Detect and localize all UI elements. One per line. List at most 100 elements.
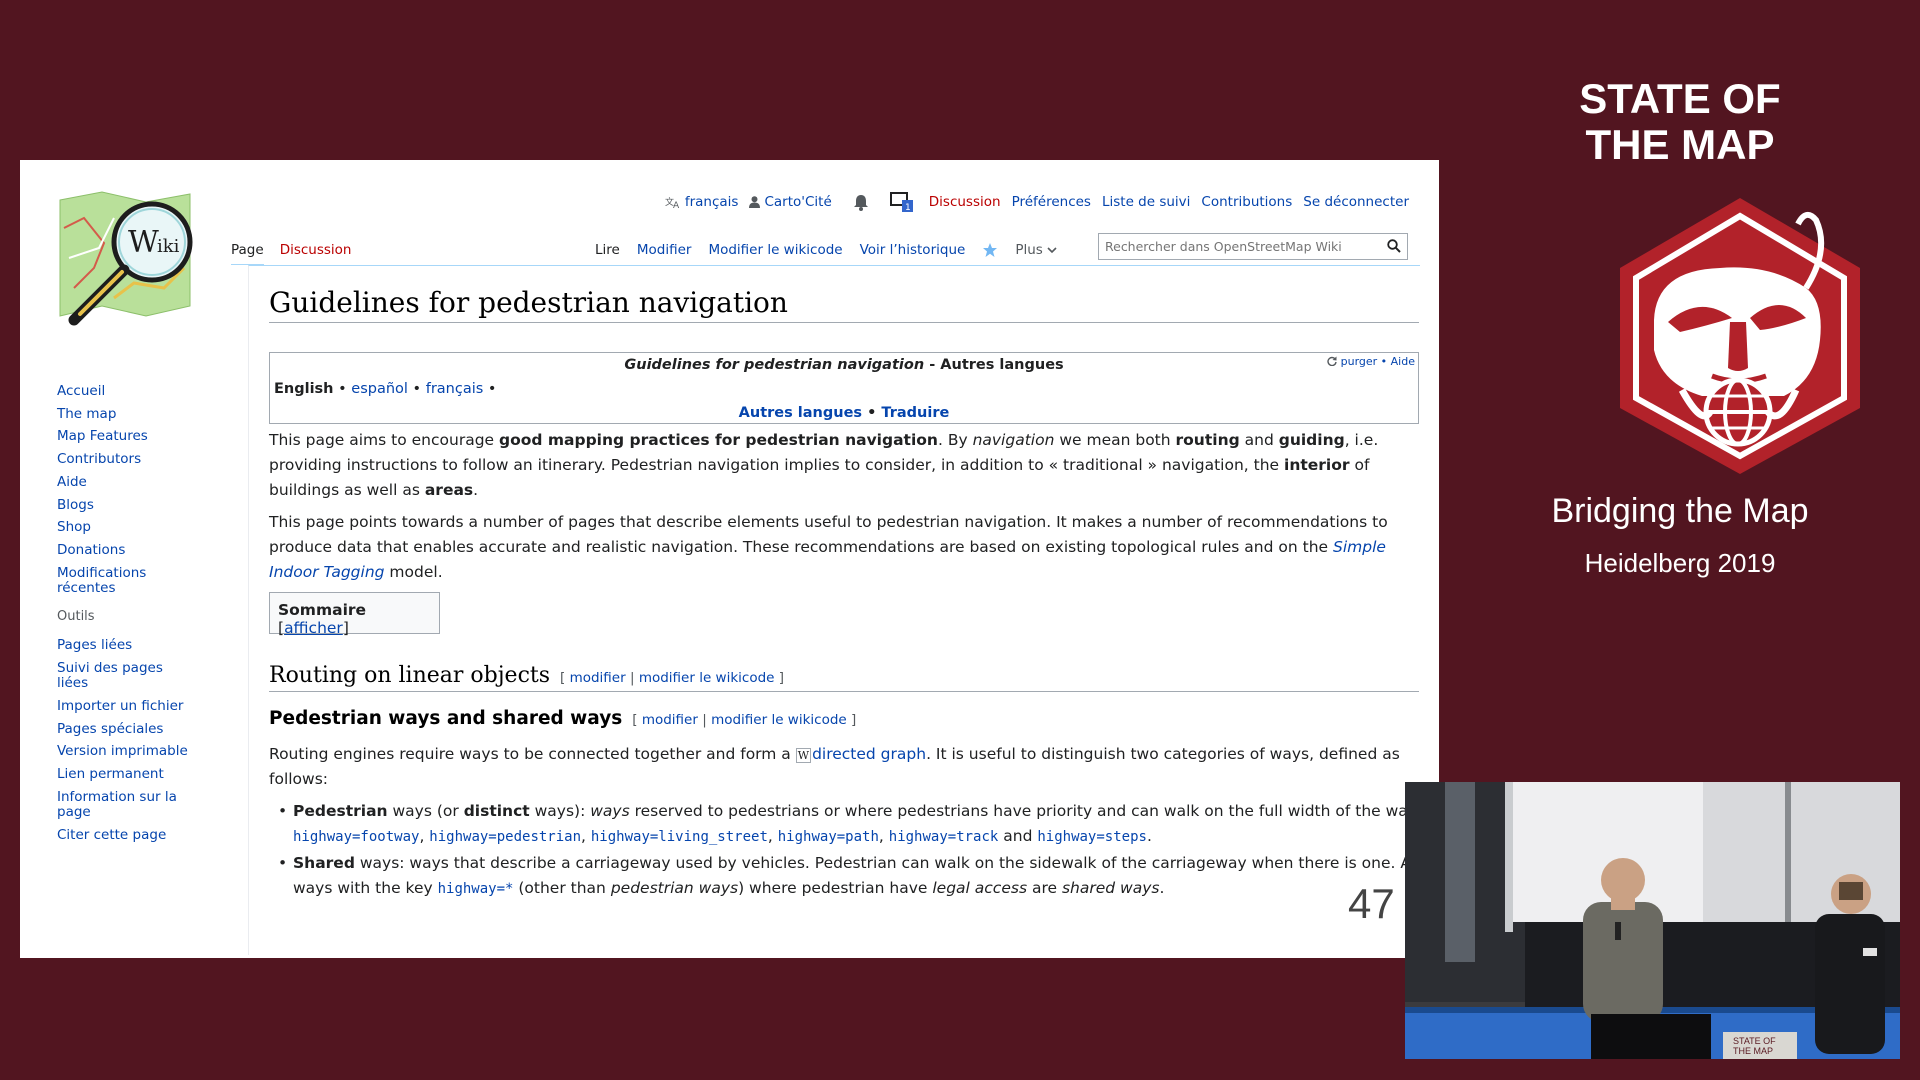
more-menu[interactable]: Plus	[1015, 242, 1057, 258]
subsection-heading-text: Pedestrian ways and shared ways	[269, 708, 623, 729]
user-talk-link[interactable]: Discussion	[929, 194, 1001, 210]
sidebar: Accueil The map Map Features Contributor…	[57, 383, 197, 850]
sidebar-item-accueil[interactable]: Accueil	[57, 383, 197, 399]
directed-graph-link[interactable]: directed graph	[812, 745, 926, 763]
tag-link[interactable]: highway=pedestrian	[429, 829, 581, 845]
bold-text: interior	[1284, 456, 1350, 474]
tools-heading: Outils	[57, 608, 95, 624]
toc-title: Sommaire	[278, 601, 367, 619]
svg-text:iki: iki	[157, 236, 180, 257]
subsection-edit-source-link[interactable]: modifier le wikicode	[711, 712, 847, 728]
svg-text:1: 1	[905, 203, 911, 213]
brand-title-line-2: THE MAP	[1585, 121, 1775, 168]
notification-bell-icon[interactable]	[853, 194, 869, 211]
sidebar-item-blogs[interactable]: Blogs	[57, 497, 197, 513]
translate-link[interactable]: Traduire	[881, 405, 949, 421]
section-edit-source-link[interactable]: modifier le wikicode	[639, 670, 775, 686]
text: . By	[937, 431, 973, 449]
sidebar-item-map-features[interactable]: Map Features	[57, 429, 197, 444]
toc-toggle: [afficher]	[278, 619, 349, 637]
subsection-edit-link[interactable]: modifier	[642, 712, 698, 728]
tab-discussion[interactable]: Discussion	[280, 242, 352, 265]
langbox-title: Guidelines for pedestrian navigation - A…	[270, 357, 1418, 373]
text: This page aims to encourage	[269, 431, 499, 449]
tag-link[interactable]: highway=steps	[1037, 829, 1147, 845]
search-icon[interactable]	[1387, 239, 1401, 253]
langbox-tools: purger • Aide	[1327, 355, 1415, 368]
sidebar-item-contributors[interactable]: Contributors	[57, 451, 197, 467]
text: ways):	[529, 802, 591, 820]
language-link-es[interactable]: español	[351, 381, 408, 397]
brand-title-line-1: STATE OF	[1579, 75, 1781, 122]
list-item: Shared ways: ways that describe a carria…	[278, 851, 1423, 902]
tab-edit[interactable]: Modifier	[637, 242, 692, 258]
text: ) where pedestrian have	[738, 879, 933, 897]
sidebar-item-upload-file[interactable]: Importer un fichier	[57, 698, 197, 714]
sidebar-item-page-information[interactable]: Information sur la page	[57, 789, 187, 820]
refresh-icon	[1327, 356, 1337, 367]
purge-link[interactable]: purger	[1341, 355, 1378, 368]
language-link-fr[interactable]: français	[426, 381, 484, 397]
content-area: Guidelines for pedestrian navigation Gui…	[248, 265, 1423, 955]
langbox-help-link[interactable]: Aide	[1391, 355, 1415, 368]
search-box	[1098, 233, 1408, 260]
tag-link[interactable]: highway=footway	[293, 829, 419, 845]
sidebar-item-recent-changes[interactable]: Modifications récentes	[57, 565, 157, 596]
toc-show-link[interactable]: afficher	[284, 619, 343, 637]
sidebar-item-permanent-link[interactable]: Lien permanent	[57, 766, 197, 782]
user-page-link[interactable]: Carto'Cité	[749, 194, 832, 210]
sidebar-item-donations[interactable]: Donations	[57, 542, 197, 558]
personal-tools: 文 A français Carto'Cité 1 Discussion Pré…	[665, 191, 1409, 213]
table-of-contents: Sommaire [afficher]	[269, 592, 440, 637]
event-title: Bridging the Map	[1551, 492, 1809, 530]
sidebar-item-the-map[interactable]: The map	[57, 406, 197, 422]
text: we mean both	[1054, 431, 1176, 449]
more-menu-label: Plus	[1015, 242, 1043, 258]
watchlist-link[interactable]: Liste de suivi	[1102, 194, 1190, 210]
bold-text: routing	[1175, 431, 1240, 449]
sidebar-item-cite-page[interactable]: Citer cette page	[57, 827, 197, 843]
other-languages-link[interactable]: Autres langues	[739, 405, 862, 421]
list-item: Pedestrian ways (or distinct ways): ways…	[278, 799, 1423, 850]
bold-text: Pedestrian	[293, 802, 388, 820]
tab-edit-source[interactable]: Modifier le wikicode	[708, 242, 842, 258]
sidebar-item-aide[interactable]: Aide	[57, 474, 197, 490]
section-heading-text: Routing on linear objects	[269, 663, 551, 688]
wiki-logo[interactable]: W iki	[54, 188, 196, 328]
second-paragraph: This page points towards a number of pag…	[269, 510, 1419, 585]
section-edit-link[interactable]: modifier	[570, 670, 626, 686]
italic-text: shared ways	[1061, 879, 1160, 897]
text: and	[1239, 431, 1279, 449]
section-edit-links: [ modifier | modifier le wikicode ]	[560, 670, 785, 686]
sidebar-item-printable-version[interactable]: Version imprimable	[57, 744, 197, 759]
notices-icon[interactable]: 1	[889, 191, 914, 213]
sidebar-item-related-changes[interactable]: Suivi des pages liées	[57, 660, 197, 691]
tag-link[interactable]: highway=track	[889, 829, 999, 845]
contributions-link[interactable]: Contributions	[1201, 194, 1292, 210]
text: ways (or	[387, 802, 464, 820]
tag-link[interactable]: highway=path	[778, 829, 879, 845]
conference-branding: STATE OF THE MAP Bridging the Map Heidel…	[1440, 60, 1920, 580]
wikipedia-icon: W	[795, 748, 812, 763]
preferences-link[interactable]: Préférences	[1012, 194, 1091, 210]
sidebar-item-shop[interactable]: Shop	[57, 520, 197, 535]
video-banner-text-2: THE MAP	[1733, 1046, 1773, 1056]
watch-star-icon[interactable]	[982, 242, 998, 258]
text: reserved to pedestrians or where pedestr…	[629, 802, 1422, 820]
tag-link[interactable]: highway=*	[438, 881, 514, 897]
tag-link[interactable]: highway=living_street	[591, 829, 768, 845]
current-language: English	[274, 381, 334, 397]
logout-link[interactable]: Se déconnecter	[1303, 194, 1409, 210]
subsection-edit-links: [ modifier | modifier le wikicode ]	[632, 712, 857, 728]
language-selector[interactable]: 文 A français	[665, 194, 739, 210]
namespace-tabs: Page Discussion	[231, 242, 351, 265]
text: model.	[384, 563, 443, 581]
sidebar-item-what-links-here[interactable]: Pages liées	[57, 638, 197, 653]
tab-read[interactable]: Lire	[595, 242, 620, 258]
tab-history[interactable]: Voir l’historique	[860, 242, 966, 258]
italic-text: pedestrian ways	[610, 879, 739, 897]
tab-page[interactable]: Page	[231, 242, 264, 265]
search-input[interactable]	[1099, 234, 1369, 259]
subsection-heading: Pedestrian ways and shared ways [ modifie…	[269, 708, 856, 729]
sidebar-item-special-pages[interactable]: Pages spéciales	[57, 721, 197, 737]
